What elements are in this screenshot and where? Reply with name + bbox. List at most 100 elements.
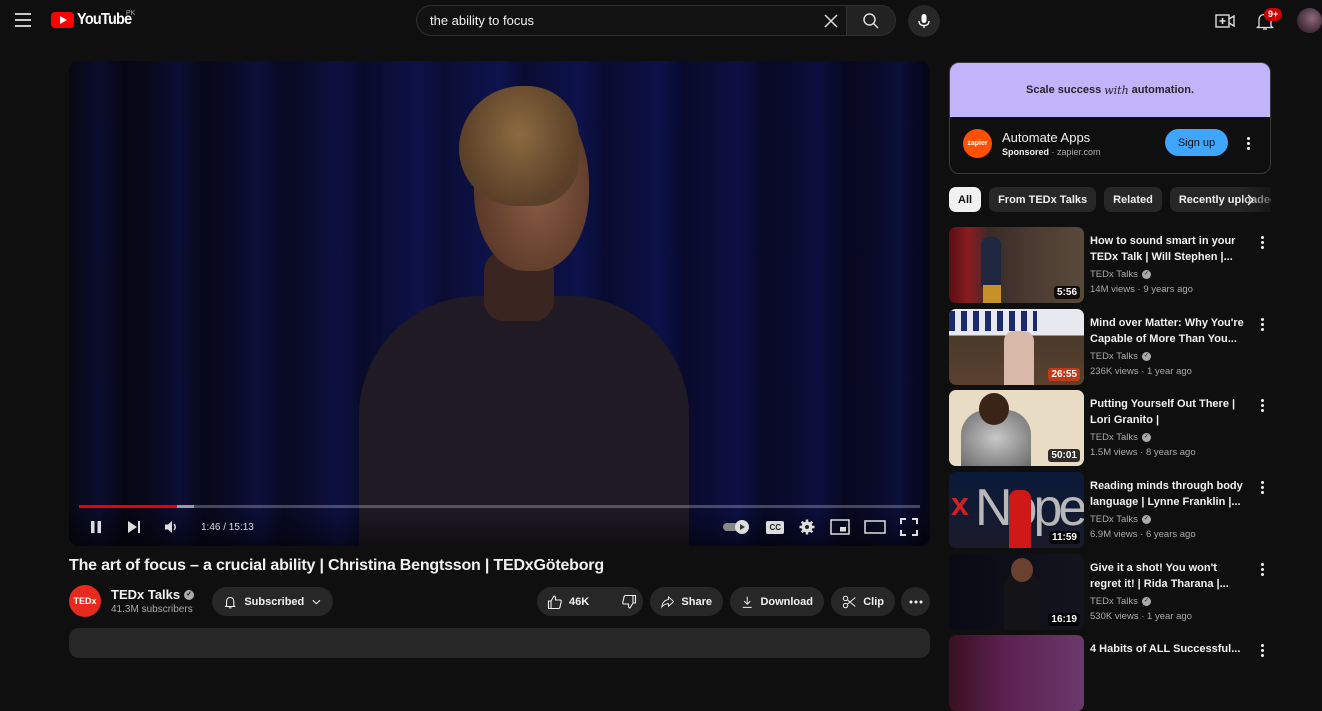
top-bar: YouTube PK 9+ — [0, 0, 1322, 42]
voice-search-button[interactable] — [908, 5, 940, 37]
ad-signup-button[interactable]: Sign up — [1165, 129, 1228, 156]
recommended-video[interactable]: 16:19 Give it a shot! You won't regret i… — [949, 554, 1271, 630]
channel-name-link[interactable]: TEDx Talks ✓ — [111, 587, 195, 602]
verified-check-icon: ✓ — [1141, 433, 1151, 442]
clip-button[interactable]: Clip — [831, 587, 895, 616]
subscriber-count: 41.3M subscribers — [111, 604, 193, 615]
download-label: Download — [760, 595, 813, 608]
recommended-video[interactable]: 4 Habits of ALL Successful... — [949, 635, 1271, 711]
autoplay-toggle[interactable] — [722, 515, 752, 539]
verified-check-icon: ✓ — [1141, 597, 1151, 606]
like-count: 46K — [569, 595, 590, 608]
video-thumbnail: 5:56 — [949, 227, 1084, 303]
video-duration: 16:19 — [1048, 613, 1080, 626]
ad-title[interactable]: Automate Apps — [1002, 130, 1090, 145]
channel-name: TEDx Talks — [1090, 269, 1138, 280]
account-avatar[interactable] — [1297, 8, 1322, 33]
player-controls: 1:46 / 15:13 CC — [69, 508, 930, 546]
more-horizontal-icon — [909, 600, 922, 603]
video-channel: TEDx Talks ✓ — [1090, 514, 1151, 525]
share-label: Share — [681, 595, 712, 608]
video-thumbnail — [949, 635, 1084, 711]
miniplayer-button[interactable] — [830, 515, 850, 539]
menu-icon-line — [15, 13, 31, 15]
more-actions-button[interactable] — [901, 587, 930, 616]
description-box[interactable] — [69, 628, 930, 658]
more-options-icon[interactable] — [1255, 641, 1269, 659]
recommended-video[interactable]: 5:56 How to sound smart in your TEDx Tal… — [949, 227, 1271, 303]
search-box — [416, 5, 846, 36]
channel-name: TEDx Talks — [1090, 596, 1138, 607]
settings-button[interactable] — [798, 515, 816, 539]
menu-icon-line — [15, 19, 31, 21]
pause-icon — [91, 521, 101, 533]
recommended-video[interactable]: x Nope 11:59 Reading minds through body … — [949, 472, 1271, 548]
youtube-logo[interactable]: YouTube — [51, 11, 137, 29]
miniplayer-icon — [830, 519, 850, 535]
video-thumbnail: 50:01 — [949, 390, 1084, 466]
video-duration: 50:01 — [1048, 449, 1080, 462]
chevron-right-icon[interactable] — [1240, 190, 1260, 210]
more-options-icon[interactable] — [1255, 478, 1269, 496]
channel-name: TEDx Talks — [1090, 432, 1138, 443]
more-options-icon[interactable] — [1255, 233, 1269, 251]
clear-search-icon[interactable] — [822, 12, 840, 30]
theater-mode-icon — [864, 520, 886, 534]
ad-more-options-icon[interactable] — [1241, 134, 1255, 152]
microphone-icon — [918, 14, 930, 28]
pause-button[interactable] — [81, 515, 111, 539]
filter-chips: All From TEDx Talks Related Recently upl… — [949, 187, 1271, 213]
chip-related[interactable]: Related — [1104, 187, 1162, 212]
more-options-icon[interactable] — [1255, 396, 1269, 414]
video-thumbnail: x Nope 11:59 — [949, 472, 1084, 548]
fullscreen-icon — [900, 518, 918, 536]
video-title: Reading minds through body language | Ly… — [1090, 480, 1243, 508]
create-video-icon[interactable] — [1215, 11, 1235, 31]
captions-icon: CC — [766, 520, 784, 534]
thumbs-down-icon — [622, 594, 637, 609]
subscribed-button[interactable]: Subscribed — [212, 587, 333, 616]
video-title: 4 Habits of ALL Successful... — [1090, 643, 1241, 655]
download-icon — [742, 596, 752, 608]
video-duration: 26:55 — [1048, 368, 1080, 381]
chip-from-tedx-talks[interactable]: From TEDx Talks — [989, 187, 1097, 212]
search-button[interactable] — [846, 5, 896, 36]
theater-mode-button[interactable] — [864, 515, 886, 539]
share-button[interactable]: Share — [650, 587, 723, 616]
ad-banner[interactable]: Scale success with automation. — [950, 63, 1270, 117]
video-channel: TEDx Talks ✓ — [1090, 432, 1151, 443]
video-meta: 236K views · 1 year ago — [1090, 366, 1192, 377]
gear-icon — [799, 519, 815, 535]
video-meta: 1.5M views · 8 years ago — [1090, 447, 1196, 458]
more-options-icon[interactable] — [1255, 315, 1269, 333]
recommended-video[interactable]: 50:01 Putting Yourself Out There | Lori … — [949, 390, 1271, 466]
more-options-icon[interactable] — [1255, 560, 1269, 578]
download-button[interactable]: Download — [730, 587, 824, 616]
chip-all[interactable]: All — [949, 187, 982, 212]
search-icon — [863, 12, 879, 29]
logo-text: YouTube — [77, 11, 132, 28]
region-code: PK — [126, 10, 136, 17]
verified-check-icon: ✓ — [1141, 270, 1151, 279]
channel-avatar[interactable]: TEDx — [69, 585, 101, 617]
zapier-logo[interactable]: zapier — [963, 129, 992, 158]
captions-button[interactable]: CC — [766, 515, 784, 539]
channel-name: TEDx Talks — [1090, 514, 1138, 525]
channel-name: TEDx Talks — [111, 587, 181, 602]
channel-name: TEDx Talks — [1090, 351, 1138, 362]
like-button[interactable]: 46K — [537, 587, 597, 616]
search-input[interactable] — [430, 13, 810, 28]
like-dislike-group: 46K — [537, 587, 643, 616]
fullscreen-button[interactable] — [900, 515, 918, 539]
video-player[interactable]: 1:46 / 15:13 CC — [69, 61, 930, 546]
video-title: Mind over Matter: Why You're Capable of … — [1090, 317, 1244, 345]
next-button[interactable] — [119, 515, 149, 539]
volume-button[interactable] — [157, 515, 187, 539]
menu-button[interactable] — [12, 9, 34, 31]
video-title: How to sound smart in your TEDx Talk | W… — [1090, 235, 1236, 263]
recommended-video[interactable]: 26:55 Mind over Matter: Why You're Capab… — [949, 309, 1271, 385]
verified-check-icon: ✓ — [1141, 352, 1151, 361]
autoplay-toggle-icon — [723, 520, 750, 534]
share-arrow-icon — [661, 595, 675, 609]
dislike-button[interactable] — [611, 587, 645, 616]
